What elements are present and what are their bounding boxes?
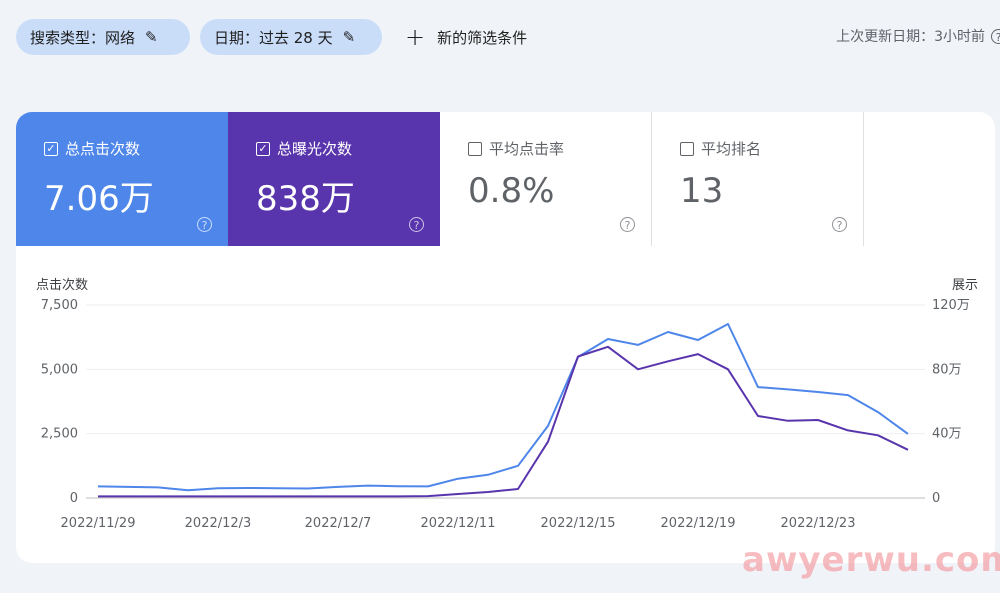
- performance-chart: 点击次数 展示 0 0 2,500 40万 5,000 80万 7,500 120万 2022/11…: [36, 277, 978, 531]
- series-line-clicks: [97, 323, 909, 492]
- watermark: awyerwu.com: [742, 540, 1000, 580]
- y2-tick-label: 0: [932, 491, 940, 506]
- y2-tick-label: 80万: [932, 362, 962, 377]
- y-tick-label: 2,500: [41, 427, 78, 442]
- x-tick-label: 2022/12/7: [305, 516, 372, 531]
- y2-tick-label: 40万: [932, 427, 962, 442]
- x-tick-label: 2022/12/23: [781, 516, 856, 531]
- y-tick-label: 0: [70, 491, 78, 506]
- x-tick-label: 2022/12/19: [661, 516, 736, 531]
- y-tick-label: 5,000: [41, 362, 78, 377]
- x-tick-label: 2022/12/11: [421, 516, 496, 531]
- x-tick-label: 2022/12/3: [185, 516, 252, 531]
- y2-axis-title: 展示: [952, 278, 978, 293]
- y-tick-label: 7,500: [41, 298, 78, 313]
- x-tick-label: 2022/11/29: [61, 516, 136, 531]
- y-axis-title: 点击次数: [36, 277, 88, 293]
- x-tick-label: 2022/12/15: [541, 516, 616, 531]
- y2-tick-label: 120万: [932, 298, 970, 313]
